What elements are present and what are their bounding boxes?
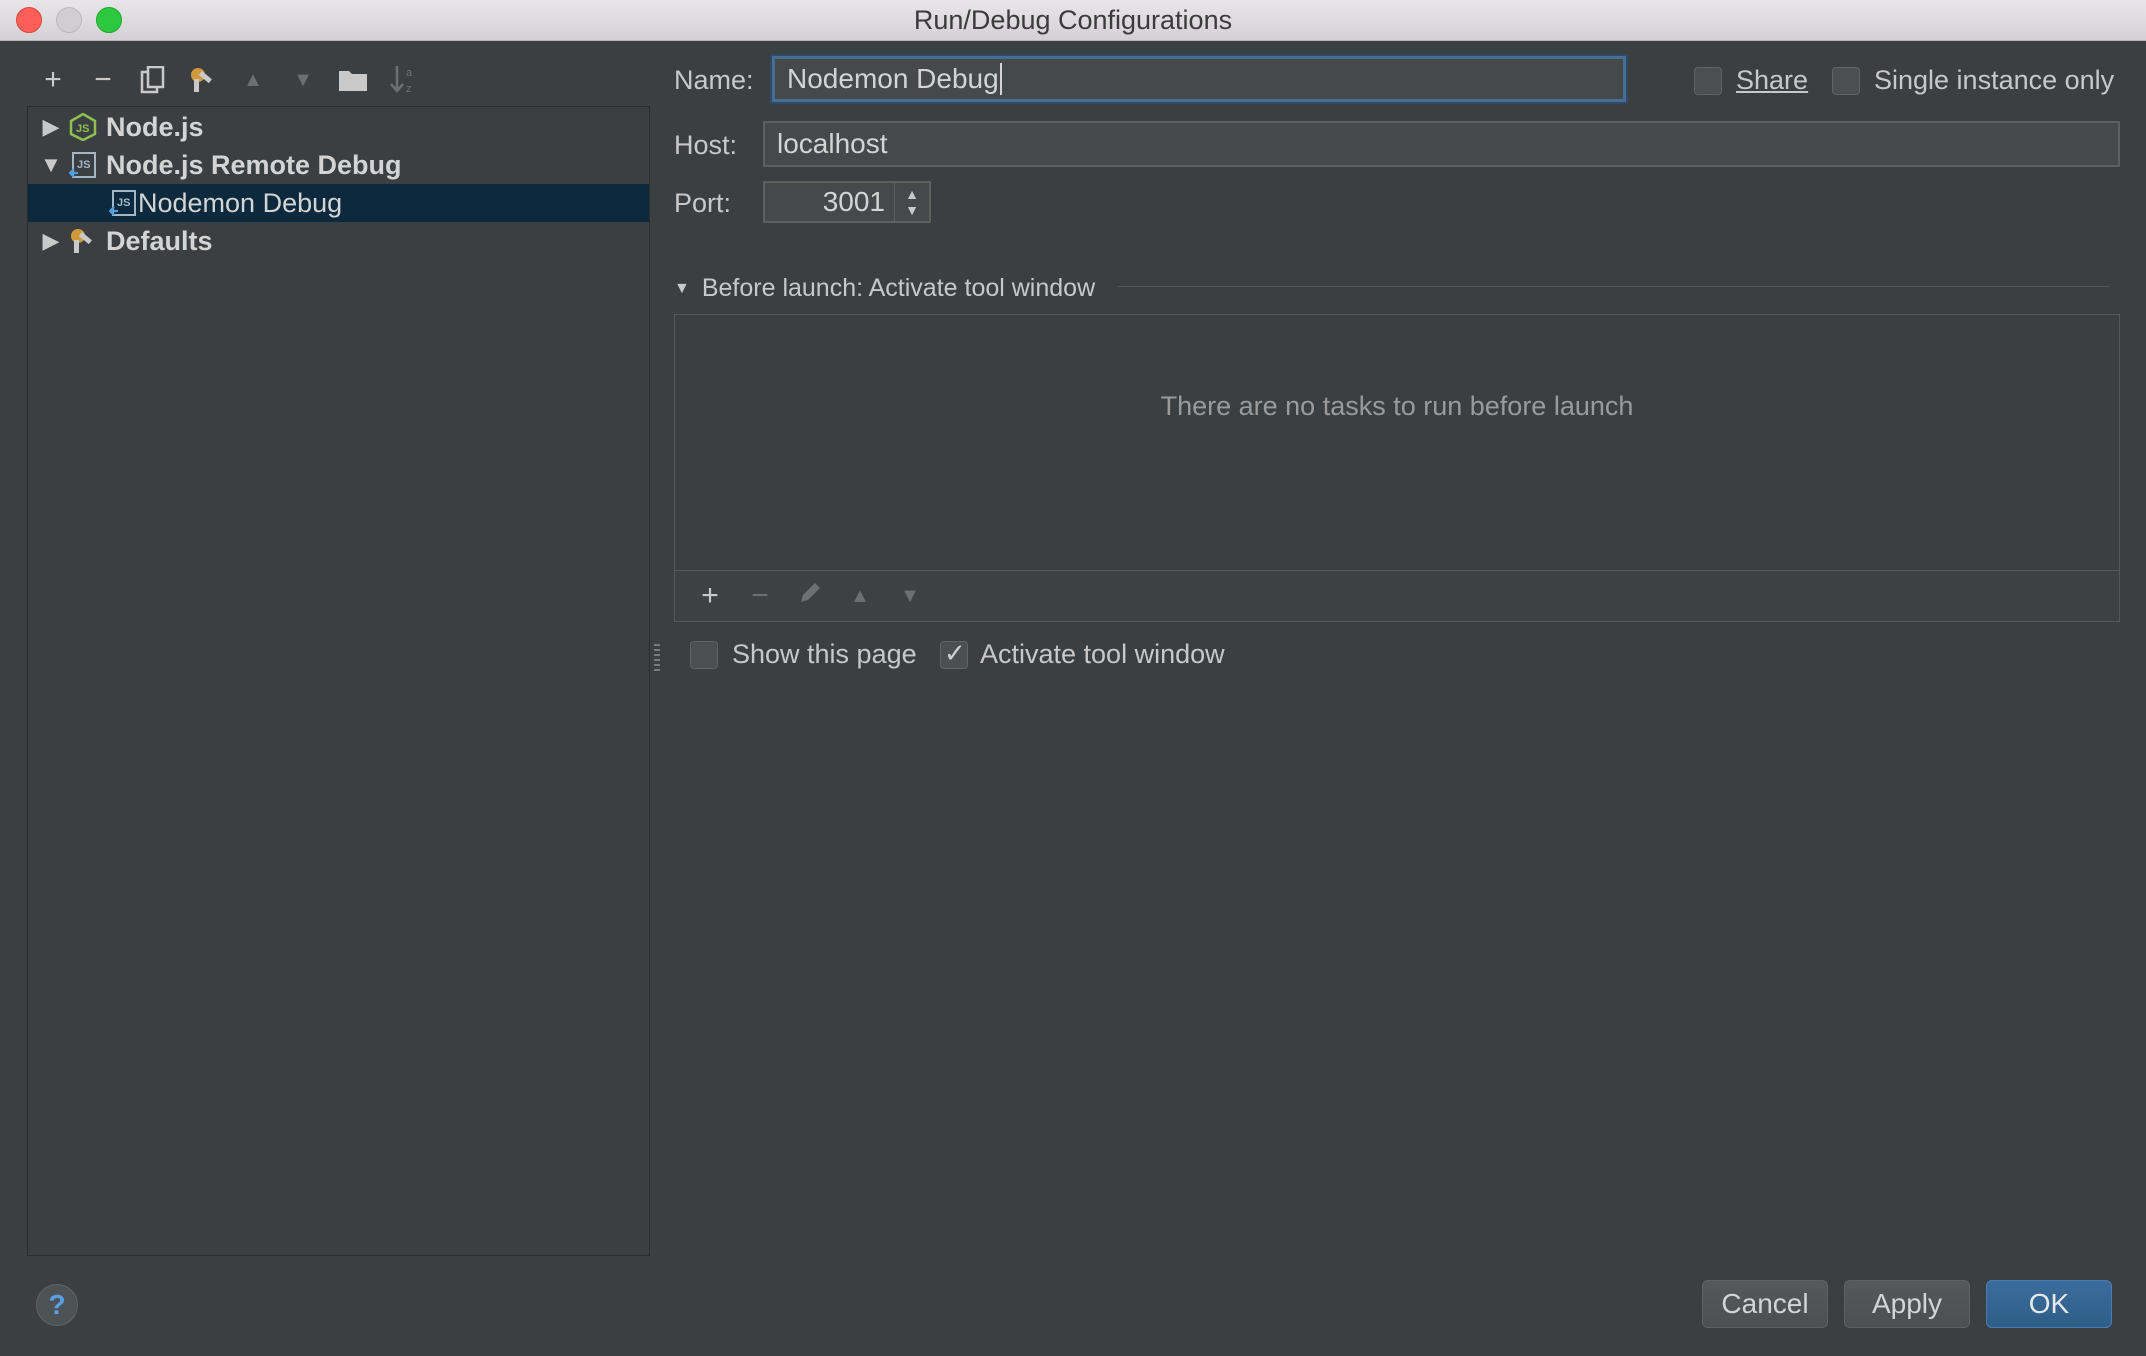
before-launch-task-list: There are no tasks to run before launch … [674,314,2120,622]
tree-item-label: Node.js [106,111,204,142]
single-instance-checkbox[interactable] [1832,67,1860,95]
host-label: Host: [674,130,738,160]
name-field[interactable]: Nodemon Debug [772,56,1626,102]
help-button[interactable]: ? [36,1284,78,1326]
add-icon[interactable]: + [28,60,78,100]
remove-icon[interactable]: − [78,60,128,100]
name-value: Nodemon Debug [787,63,999,94]
host-value: localhost [777,128,888,159]
sort-icon[interactable]: az [378,60,428,100]
activate-tool-window-checkbox[interactable]: ✓ [940,638,968,669]
copy-icon[interactable] [128,60,178,100]
configuration-tree: ▶ JS Node.js ▼ JS Node.js Remote Debug J… [27,106,650,1256]
show-page-checkbox[interactable] [690,641,718,669]
window-title: Run/Debug Configurations [913,5,1233,35]
activate-tool-window-label: Activate tool window [980,639,1225,669]
svg-text:JS: JS [117,197,130,209]
text-caret [999,63,1002,95]
expand-arrow-icon[interactable]: ▶ [34,114,68,140]
host-field[interactable]: localhost [763,121,2120,167]
svg-text:z: z [406,83,412,95]
apply-button[interactable]: Apply [1844,1280,1970,1328]
wrench-icon [68,226,98,256]
splitter-handle[interactable] [654,644,660,672]
folder-icon[interactable] [328,60,378,100]
tree-item-nodemon-debug[interactable]: JS Nodemon Debug [28,184,649,222]
port-label: Port: [674,188,732,218]
remote-debug-icon: JS [108,188,138,218]
move-task-down-icon[interactable]: ▼ [885,585,935,608]
remove-task-icon[interactable]: − [735,579,785,613]
edit-defaults-icon[interactable] [178,60,228,100]
checkmark-icon: ✓ [944,638,966,668]
show-page-label: Show this page [732,639,917,669]
collapse-arrow-icon[interactable]: ▼ [34,152,68,178]
spinner-down-icon[interactable]: ▼ [905,202,919,218]
run-debug-dialog: Run/Debug Configurations + − ▲ ▼ az ▶ JS… [0,0,2146,1356]
share-checkbox[interactable] [1694,67,1722,95]
add-task-icon[interactable]: + [685,579,735,613]
svg-text:JS: JS [77,159,90,171]
collapse-triangle-icon[interactable]: ▼ [674,280,690,298]
tree-item-nodejs[interactable]: ▶ JS Node.js [28,108,649,146]
before-launch-title: Before launch: Activate tool window [701,274,1096,302]
remote-debug-icon: JS [68,150,98,180]
svg-text:JS: JS [76,123,89,135]
move-task-up-icon[interactable]: ▲ [835,585,885,608]
tree-item-label: Node.js Remote Debug [106,149,402,180]
ok-button[interactable]: OK [1986,1280,2112,1328]
empty-tasks-message: There are no tasks to run before launch [1160,391,1634,421]
name-label: Name: [674,65,754,95]
port-spinner[interactable]: ▲ ▼ [894,182,929,222]
single-instance-label: Single instance only [1874,65,2115,95]
tree-item-nodejs-remote-debug[interactable]: ▼ JS Node.js Remote Debug [28,146,649,184]
expand-arrow-icon[interactable]: ▶ [34,228,68,254]
svg-text:a: a [406,67,413,79]
title-bar: Run/Debug Configurations [0,0,2146,41]
task-toolbar: + − ▲ ▼ [675,570,2119,621]
port-value: 3001 [822,186,885,217]
spinner-up-icon[interactable]: ▲ [905,186,919,202]
before-launch-header[interactable]: ▼ Before launch: Activate tool window [674,274,1095,303]
tree-item-defaults[interactable]: ▶ Defaults [28,222,649,260]
config-toolbar: + − ▲ ▼ az [28,60,428,100]
move-down-icon[interactable]: ▼ [278,60,328,100]
tree-item-label: Nodemon Debug [138,187,343,218]
share-label: Share [1736,65,1809,95]
edit-task-icon[interactable] [785,579,835,613]
section-divider [1118,286,2110,287]
cancel-button[interactable]: Cancel [1702,1280,1828,1328]
tree-item-label: Defaults [106,225,213,256]
nodejs-icon: JS [68,112,98,142]
move-up-icon[interactable]: ▲ [228,60,278,100]
